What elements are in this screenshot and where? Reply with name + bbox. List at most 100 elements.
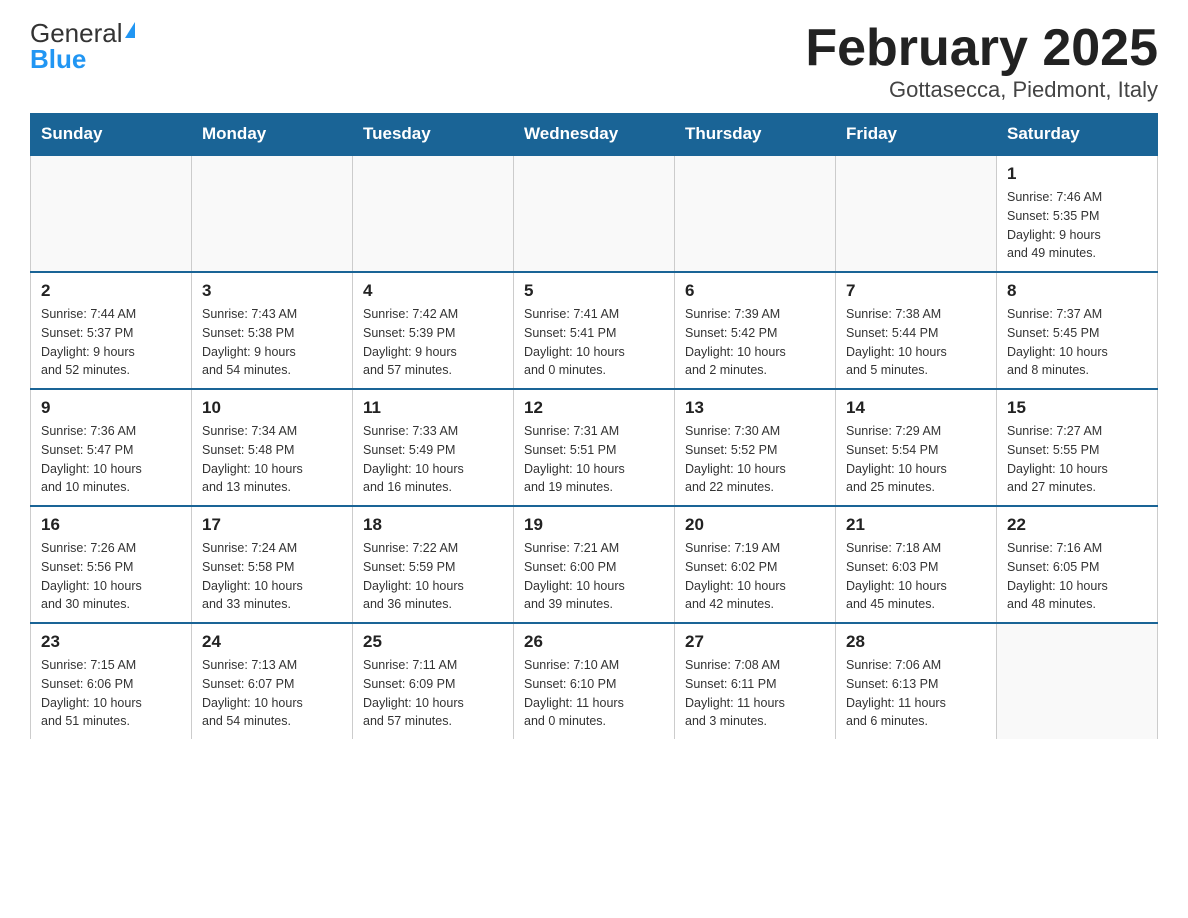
weekday-header-tuesday: Tuesday [353, 114, 514, 156]
day-number: 21 [846, 515, 986, 535]
calendar-table: SundayMondayTuesdayWednesdayThursdayFrid… [30, 113, 1158, 739]
calendar-day: 11Sunrise: 7:33 AMSunset: 5:49 PMDayligh… [353, 389, 514, 506]
calendar-day: 5 Sunrise: 7:41 AMSunset: 5:41 PMDaylight… [514, 272, 675, 389]
weekday-header-row: SundayMondayTuesdayWednesdayThursdayFrid… [31, 114, 1158, 156]
calendar-day: 8 Sunrise: 7:37 AMSunset: 5:45 PMDaylight… [997, 272, 1158, 389]
calendar-day: 7 Sunrise: 7:38 AMSunset: 5:44 PMDaylight… [836, 272, 997, 389]
logo-general-text: General [30, 20, 123, 46]
logo: General Blue [30, 20, 135, 72]
calendar-day: 16 Sunrise: 7:26 AMSunset: 5:56 PMDayligh… [31, 506, 192, 623]
weekday-header-thursday: Thursday [675, 114, 836, 156]
day-info: Sunrise: 7:13 AMSunset: 6:07 PMDaylight:… [202, 656, 342, 731]
day-info: Sunrise: 7:16 AMSunset: 6:05 PMDaylight:… [1007, 539, 1147, 614]
calendar-day: 14 Sunrise: 7:29 AMSunset: 5:54 PMDayligh… [836, 389, 997, 506]
weekday-header-wednesday: Wednesday [514, 114, 675, 156]
calendar-day: 12Sunrise: 7:31 AMSunset: 5:51 PMDayligh… [514, 389, 675, 506]
page-header: General Blue February 2025 Gottasecca, P… [30, 20, 1158, 103]
day-info: Sunrise: 7:27 AMSunset: 5:55 PMDaylight:… [1007, 422, 1147, 497]
logo-triangle-icon [125, 22, 135, 38]
day-number: 19 [524, 515, 664, 535]
day-number: 26 [524, 632, 664, 652]
day-number: 23 [41, 632, 181, 652]
calendar-day: 22 Sunrise: 7:16 AMSunset: 6:05 PMDayligh… [997, 506, 1158, 623]
day-info: Sunrise: 7:37 AMSunset: 5:45 PMDaylight:… [1007, 305, 1147, 380]
calendar-day: 10Sunrise: 7:34 AMSunset: 5:48 PMDayligh… [192, 389, 353, 506]
calendar-day: 21 Sunrise: 7:18 AMSunset: 6:03 PMDayligh… [836, 506, 997, 623]
day-info: Sunrise: 7:31 AMSunset: 5:51 PMDaylight:… [524, 422, 664, 497]
day-number: 24 [202, 632, 342, 652]
day-number: 20 [685, 515, 825, 535]
day-number: 15 [1007, 398, 1147, 418]
month-title: February 2025 [805, 20, 1158, 77]
day-info: Sunrise: 7:29 AMSunset: 5:54 PMDaylight:… [846, 422, 986, 497]
calendar-day: 27 Sunrise: 7:08 AMSunset: 6:11 PMDayligh… [675, 623, 836, 739]
title-area: February 2025 Gottasecca, Piedmont, Ital… [805, 20, 1158, 103]
calendar-day: 23Sunrise: 7:15 AMSunset: 6:06 PMDayligh… [31, 623, 192, 739]
calendar-week-5: 23Sunrise: 7:15 AMSunset: 6:06 PMDayligh… [31, 623, 1158, 739]
calendar-day: 19 Sunrise: 7:21 AMSunset: 6:00 PMDayligh… [514, 506, 675, 623]
day-number: 14 [846, 398, 986, 418]
calendar-week-3: 9Sunrise: 7:36 AMSunset: 5:47 PMDaylight… [31, 389, 1158, 506]
day-info: Sunrise: 7:46 AMSunset: 5:35 PMDaylight:… [1007, 188, 1147, 263]
calendar-body: 1 Sunrise: 7:46 AMSunset: 5:35 PMDaylight… [31, 155, 1158, 739]
day-number: 7 [846, 281, 986, 301]
day-number: 22 [1007, 515, 1147, 535]
weekday-header-saturday: Saturday [997, 114, 1158, 156]
day-info: Sunrise: 7:42 AMSunset: 5:39 PMDaylight:… [363, 305, 503, 380]
day-info: Sunrise: 7:33 AMSunset: 5:49 PMDaylight:… [363, 422, 503, 497]
day-number: 4 [363, 281, 503, 301]
calendar-day [192, 155, 353, 272]
day-number: 1 [1007, 164, 1147, 184]
calendar-day [514, 155, 675, 272]
day-number: 6 [685, 281, 825, 301]
day-number: 2 [41, 281, 181, 301]
day-info: Sunrise: 7:18 AMSunset: 6:03 PMDaylight:… [846, 539, 986, 614]
day-number: 16 [41, 515, 181, 535]
day-info: Sunrise: 7:34 AMSunset: 5:48 PMDaylight:… [202, 422, 342, 497]
location-subtitle: Gottasecca, Piedmont, Italy [805, 77, 1158, 103]
calendar-week-2: 2 Sunrise: 7:44 AMSunset: 5:37 PMDaylight… [31, 272, 1158, 389]
calendar-week-1: 1 Sunrise: 7:46 AMSunset: 5:35 PMDaylight… [31, 155, 1158, 272]
day-number: 3 [202, 281, 342, 301]
calendar-day: 26 Sunrise: 7:10 AMSunset: 6:10 PMDayligh… [514, 623, 675, 739]
day-info: Sunrise: 7:19 AMSunset: 6:02 PMDaylight:… [685, 539, 825, 614]
day-info: Sunrise: 7:08 AMSunset: 6:11 PMDaylight:… [685, 656, 825, 731]
weekday-header-sunday: Sunday [31, 114, 192, 156]
day-info: Sunrise: 7:22 AMSunset: 5:59 PMDaylight:… [363, 539, 503, 614]
day-number: 27 [685, 632, 825, 652]
logo-blue-text: Blue [30, 46, 86, 72]
calendar-day: 6 Sunrise: 7:39 AMSunset: 5:42 PMDaylight… [675, 272, 836, 389]
calendar-day: 18 Sunrise: 7:22 AMSunset: 5:59 PMDayligh… [353, 506, 514, 623]
day-number: 28 [846, 632, 986, 652]
day-info: Sunrise: 7:10 AMSunset: 6:10 PMDaylight:… [524, 656, 664, 731]
day-info: Sunrise: 7:06 AMSunset: 6:13 PMDaylight:… [846, 656, 986, 731]
day-info: Sunrise: 7:39 AMSunset: 5:42 PMDaylight:… [685, 305, 825, 380]
day-info: Sunrise: 7:38 AMSunset: 5:44 PMDaylight:… [846, 305, 986, 380]
calendar-day: 24 Sunrise: 7:13 AMSunset: 6:07 PMDayligh… [192, 623, 353, 739]
day-number: 8 [1007, 281, 1147, 301]
day-info: Sunrise: 7:41 AMSunset: 5:41 PMDaylight:… [524, 305, 664, 380]
calendar-day: 1 Sunrise: 7:46 AMSunset: 5:35 PMDaylight… [997, 155, 1158, 272]
calendar-header: SundayMondayTuesdayWednesdayThursdayFrid… [31, 114, 1158, 156]
day-number: 5 [524, 281, 664, 301]
day-number: 18 [363, 515, 503, 535]
calendar-day: 2 Sunrise: 7:44 AMSunset: 5:37 PMDaylight… [31, 272, 192, 389]
calendar-day [31, 155, 192, 272]
day-info: Sunrise: 7:24 AMSunset: 5:58 PMDaylight:… [202, 539, 342, 614]
calendar-day: 17 Sunrise: 7:24 AMSunset: 5:58 PMDayligh… [192, 506, 353, 623]
calendar-day: 13Sunrise: 7:30 AMSunset: 5:52 PMDayligh… [675, 389, 836, 506]
day-number: 25 [363, 632, 503, 652]
day-number: 17 [202, 515, 342, 535]
day-number: 9 [41, 398, 181, 418]
calendar-day: 28 Sunrise: 7:06 AMSunset: 6:13 PMDayligh… [836, 623, 997, 739]
calendar-day: 9Sunrise: 7:36 AMSunset: 5:47 PMDaylight… [31, 389, 192, 506]
calendar-week-4: 16 Sunrise: 7:26 AMSunset: 5:56 PMDayligh… [31, 506, 1158, 623]
weekday-header-monday: Monday [192, 114, 353, 156]
calendar-day: 4 Sunrise: 7:42 AMSunset: 5:39 PMDaylight… [353, 272, 514, 389]
calendar-day [353, 155, 514, 272]
day-info: Sunrise: 7:26 AMSunset: 5:56 PMDaylight:… [41, 539, 181, 614]
day-info: Sunrise: 7:21 AMSunset: 6:00 PMDaylight:… [524, 539, 664, 614]
weekday-header-friday: Friday [836, 114, 997, 156]
day-info: Sunrise: 7:44 AMSunset: 5:37 PMDaylight:… [41, 305, 181, 380]
calendar-day [997, 623, 1158, 739]
